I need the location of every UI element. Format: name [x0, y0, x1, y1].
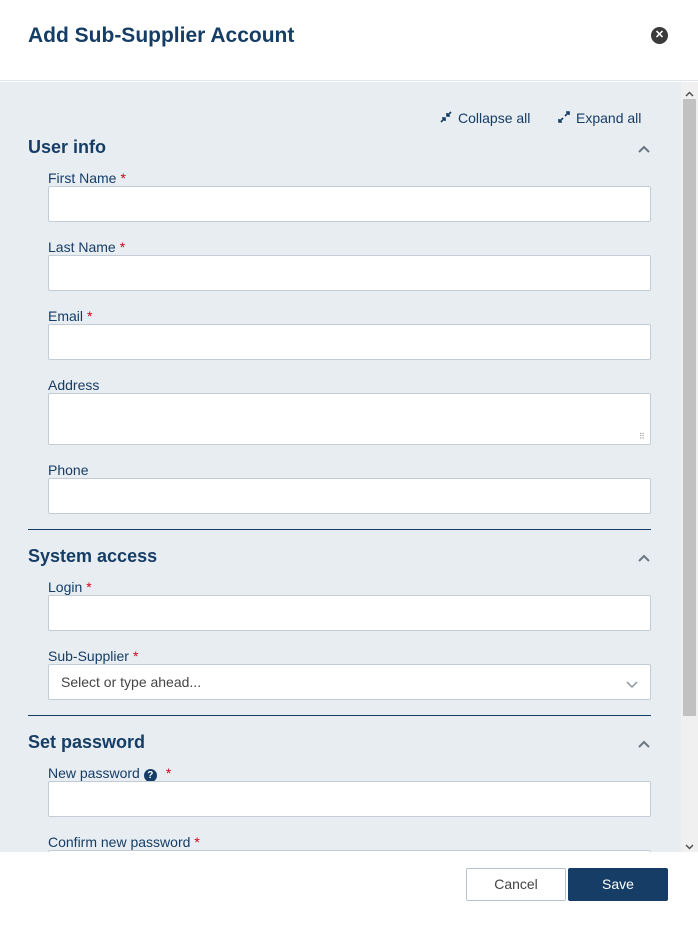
system-access-heading: System access: [28, 546, 158, 566]
confirm-password-label-text: Confirm new password: [48, 834, 191, 850]
scroll-down-arrow-icon[interactable]: [685, 838, 694, 850]
section-divider: [28, 529, 651, 530]
required-marker: *: [194, 834, 200, 850]
first-name-label-text: First Name: [48, 170, 117, 186]
dialog-header: Add Sub-Supplier Account ✕: [0, 0, 698, 81]
last-name-label-text: Last Name: [48, 239, 116, 255]
email-label: Email *: [48, 308, 92, 324]
set-password-heading: Set password: [28, 732, 146, 752]
scroll-up-arrow-icon[interactable]: [685, 86, 694, 97]
required-marker: *: [87, 308, 93, 324]
address-textarea[interactable]: ⠿: [48, 393, 651, 445]
sub-supplier-label: Sub-Supplier *: [48, 648, 138, 664]
dialog-body: Collapse all Expand all User info First …: [0, 82, 698, 852]
required-marker: *: [132, 648, 139, 664]
expand-arrows-icon: [558, 111, 572, 126]
required-marker: *: [165, 765, 172, 781]
email-field[interactable]: [48, 324, 651, 360]
chevron-down-icon: [626, 676, 638, 692]
sub-supplier-select[interactable]: Select or type ahead...: [48, 664, 651, 700]
user-info-collapse-chevron-icon[interactable]: [637, 144, 651, 158]
last-name-label: Last Name *: [48, 239, 125, 255]
section-divider: [28, 715, 651, 716]
first-name-field[interactable]: [48, 186, 651, 222]
address-label: Address: [48, 377, 100, 393]
user-info-heading: User info: [28, 137, 107, 157]
dialog-footer: Cancel Save: [0, 852, 698, 927]
required-marker: *: [119, 239, 126, 255]
vertical-scrollbar[interactable]: [681, 82, 698, 852]
save-button[interactable]: Save: [568, 868, 668, 901]
collapse-toolbar: Collapse all Expand all: [0, 110, 680, 130]
scrollbar-thumb[interactable]: [683, 99, 696, 716]
expand-all-label: Expand all: [576, 110, 642, 126]
new-password-label: New password? *: [48, 765, 171, 782]
phone-field[interactable]: [48, 478, 651, 514]
new-password-field[interactable]: [48, 781, 651, 817]
collapse-all-button[interactable]: Collapse all: [440, 110, 530, 126]
sub-supplier-placeholder: Select or type ahead...: [61, 674, 202, 690]
login-label-text: Login: [48, 579, 83, 595]
set-password-collapse-chevron-icon[interactable]: [637, 739, 651, 753]
dialog-title: Add Sub-Supplier Account: [28, 24, 295, 47]
collapse-arrows-icon: [440, 111, 454, 126]
login-label: Login *: [48, 579, 92, 595]
required-marker: *: [86, 579, 92, 595]
sub-supplier-label-text: Sub-Supplier: [48, 648, 129, 664]
email-label-text: Email: [48, 308, 84, 324]
resize-handle-icon[interactable]: ⠿: [639, 433, 647, 441]
collapse-all-label: Collapse all: [458, 110, 531, 126]
new-password-label-text: New password: [48, 765, 140, 781]
cancel-button[interactable]: Cancel: [466, 868, 566, 901]
confirm-password-label: Confirm new password *: [48, 834, 200, 850]
login-field[interactable]: [48, 595, 651, 631]
system-access-collapse-chevron-icon[interactable]: [637, 553, 651, 567]
first-name-label: First Name *: [48, 170, 126, 186]
close-icon[interactable]: ✕: [651, 27, 668, 44]
phone-label: Phone: [48, 462, 89, 478]
expand-all-button[interactable]: Expand all: [558, 110, 641, 126]
required-marker: *: [120, 170, 126, 186]
last-name-field[interactable]: [48, 255, 651, 291]
add-sub-supplier-dialog: Add Sub-Supplier Account ✕ Collapse all …: [0, 0, 698, 927]
